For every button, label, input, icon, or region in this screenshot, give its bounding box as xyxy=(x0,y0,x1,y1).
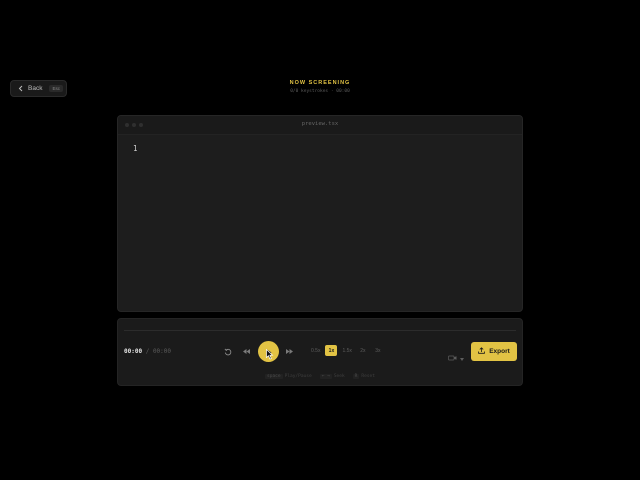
hint-key: space xyxy=(265,374,283,379)
hint-item: space Play/Pause xyxy=(265,374,312,379)
hint-label: Reset xyxy=(361,374,375,379)
window-titlebar: preview.tsx xyxy=(118,116,522,135)
duration: 00:00 xyxy=(152,348,171,355)
restart-icon xyxy=(224,348,232,356)
speed-option-1x[interactable]: 1x xyxy=(325,345,338,356)
current-time: 00:00 xyxy=(124,348,143,355)
time-display: 00:00 / 00:00 xyxy=(124,348,171,355)
page-header: NOW SCREENING 0/0 keystrokes · 00:00 xyxy=(0,80,640,94)
fast-forward-icon xyxy=(286,349,293,354)
keyboard-hints: space Play/Pause ← → Seek R Reset xyxy=(118,374,522,379)
file-name: preview.tsx xyxy=(301,121,339,127)
hint-label: Play/Pause xyxy=(284,374,312,379)
chevron-down-icon xyxy=(460,348,464,366)
time-separator: / xyxy=(145,348,150,355)
rewind-icon xyxy=(243,349,250,354)
restart-button[interactable] xyxy=(224,348,232,356)
progress-bar[interactable] xyxy=(124,330,516,331)
speed-option-3x[interactable]: 3x xyxy=(372,345,384,356)
speed-option-2x[interactable]: 2x xyxy=(357,345,369,356)
hint-label: Seek xyxy=(333,374,345,379)
hint-item: R Reset xyxy=(352,374,375,379)
speed-option-0-5x[interactable]: 0.5x xyxy=(309,345,322,356)
hint-key: ← → xyxy=(319,374,332,379)
rewind-button[interactable] xyxy=(243,349,250,354)
export-button-label: Export xyxy=(489,348,510,355)
camera-icon xyxy=(448,348,457,366)
upload-icon xyxy=(478,347,486,356)
mouse-cursor-icon xyxy=(266,347,274,365)
hint-item: ← → Seek xyxy=(319,374,345,379)
page-subtitle: 0/0 keystrokes · 00:00 xyxy=(290,89,350,94)
hint-key: R xyxy=(352,374,360,379)
speed-selector: 0.5x 1x 1.5x 2x 3x xyxy=(309,345,384,356)
code-preview-window: preview.tsx 1 xyxy=(117,115,523,312)
line-number: 1 xyxy=(133,144,138,153)
speed-option-1-5x[interactable]: 1.5x xyxy=(340,345,353,356)
page-title: NOW SCREENING xyxy=(289,80,351,86)
export-button[interactable]: Export xyxy=(471,342,517,361)
camera-dropdown[interactable] xyxy=(448,348,464,366)
playback-panel: 00:00 / 00:00 0.5x 1x 1.5x 2x 3x Export … xyxy=(117,318,523,386)
fast-forward-button[interactable] xyxy=(286,349,293,354)
